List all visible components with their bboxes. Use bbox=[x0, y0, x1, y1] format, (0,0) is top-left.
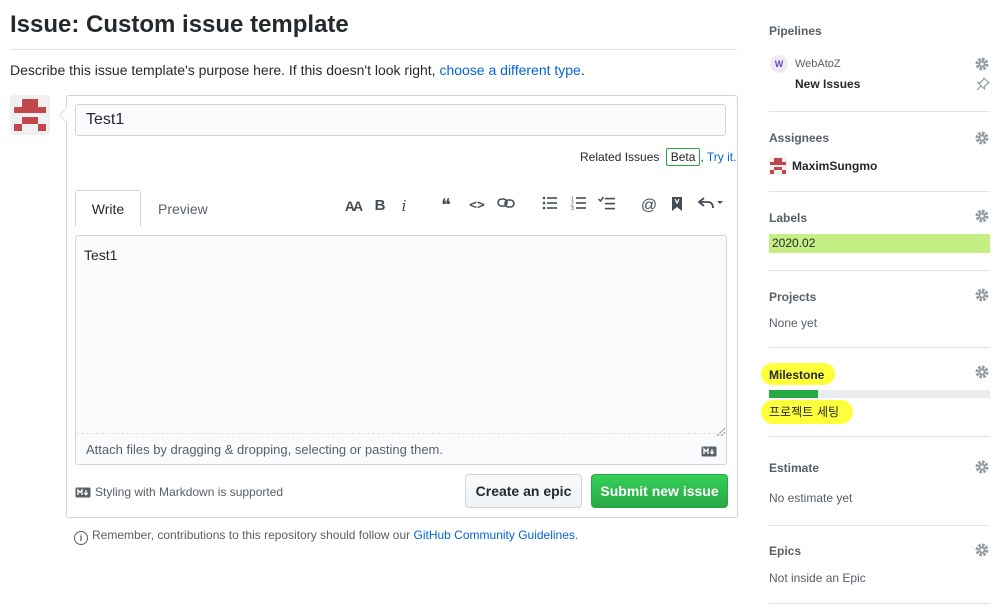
related-separator: , bbox=[700, 150, 704, 164]
page-title: Issue: Custom issue template bbox=[10, 11, 349, 38]
italic-icon[interactable]: i bbox=[397, 196, 411, 216]
description-end: . bbox=[580, 62, 585, 78]
related-issues: Related Issues Beta, Try it. bbox=[580, 147, 736, 167]
projects-empty: None yet bbox=[769, 316, 818, 330]
pipeline-repo-name: WebAtoZ bbox=[795, 58, 841, 70]
labels-heading: Labels bbox=[769, 211, 808, 225]
assignees-gear-icon[interactable] bbox=[974, 130, 990, 146]
milestone-gear-icon[interactable] bbox=[974, 364, 990, 380]
comment-body-value: Test1 bbox=[84, 247, 118, 263]
related-issues-label: Related Issues bbox=[580, 150, 660, 164]
svg-text:3: 3 bbox=[571, 206, 574, 210]
epics-gear-icon[interactable] bbox=[974, 542, 990, 558]
header-text-icon[interactable]: AA bbox=[343, 196, 363, 216]
attach-files-hint[interactable]: Attach files by dragging & dropping, sel… bbox=[86, 442, 443, 458]
bold-icon[interactable]: B bbox=[372, 196, 388, 216]
tab-write[interactable]: Write bbox=[75, 190, 141, 227]
estimate-heading: Estimate bbox=[769, 461, 820, 475]
community-guidelines-link[interactable]: GitHub Community Guidelines bbox=[414, 528, 575, 542]
quote-icon[interactable]: ❝ bbox=[437, 196, 455, 216]
repo-avatar: W bbox=[770, 55, 788, 73]
guidelines-text: Remember, contributions to this reposito… bbox=[92, 528, 414, 542]
milestone-heading: Milestone bbox=[769, 368, 825, 382]
choose-type-link[interactable]: choose a different type bbox=[439, 62, 580, 78]
markdown-icon bbox=[75, 487, 91, 498]
sidebar-divider bbox=[769, 603, 990, 604]
milestone-progress-fill bbox=[769, 390, 818, 398]
epics-empty: Not inside an Epic bbox=[769, 571, 866, 585]
epics-heading: Epics bbox=[769, 544, 802, 558]
comment-body-textarea[interactable] bbox=[75, 235, 727, 465]
issue-title-input[interactable] bbox=[75, 104, 726, 136]
try-it-link[interactable]: Try it. bbox=[707, 150, 737, 164]
mention-icon[interactable]: @ bbox=[640, 196, 658, 216]
sidebar-divider bbox=[769, 191, 990, 192]
markdown-supported-hint[interactable]: Styling with Markdown is supported bbox=[75, 484, 283, 500]
sidebar-divider bbox=[769, 436, 990, 437]
assignees-heading: Assignees bbox=[769, 131, 830, 145]
sidebar-divider bbox=[769, 270, 990, 271]
pin-icon[interactable] bbox=[976, 76, 991, 96]
pipelines-heading: Pipelines bbox=[769, 24, 822, 38]
tab-preview[interactable]: Preview bbox=[158, 190, 208, 227]
estimate-gear-icon[interactable] bbox=[974, 459, 990, 475]
create-epic-button[interactable]: Create an epic bbox=[465, 474, 582, 508]
labels-gear-icon[interactable] bbox=[974, 208, 990, 224]
identicon-icon bbox=[12, 97, 48, 133]
assignee-name[interactable]: MaximSungmo bbox=[792, 158, 877, 174]
estimate-empty: No estimate yet bbox=[769, 491, 853, 505]
projects-heading: Projects bbox=[769, 290, 817, 304]
submit-issue-button[interactable]: Submit new issue bbox=[591, 474, 728, 508]
pipeline-name[interactable]: New Issues bbox=[795, 76, 860, 92]
label-chip[interactable]: 2020.02 bbox=[769, 234, 990, 253]
guidelines-end: . bbox=[574, 528, 579, 542]
code-icon[interactable]: <> bbox=[467, 196, 487, 216]
sidebar-divider bbox=[769, 347, 990, 348]
info-icon: i bbox=[74, 531, 88, 545]
pipelines-gear-icon[interactable] bbox=[974, 56, 990, 72]
sidebar-divider bbox=[769, 111, 990, 112]
numbered-list-icon[interactable]: 123 bbox=[571, 196, 587, 216]
task-list-icon[interactable] bbox=[597, 196, 616, 216]
attach-divider bbox=[76, 433, 726, 434]
description-text: Describe this issue template's purpose h… bbox=[10, 62, 440, 78]
link-icon[interactable] bbox=[497, 196, 515, 216]
markdown-icon bbox=[701, 444, 717, 462]
sidebar-divider bbox=[769, 525, 990, 526]
milestone-name[interactable]: 프로젝트 세팅 bbox=[769, 403, 839, 421]
beta-badge: Beta bbox=[665, 148, 701, 166]
assignee-avatar bbox=[769, 157, 787, 175]
markdown-hint-text: Styling with Markdown is supported bbox=[95, 485, 284, 499]
reply-icon[interactable] bbox=[697, 196, 725, 216]
template-description: Describe this issue template's purpose h… bbox=[10, 61, 585, 79]
author-avatar[interactable] bbox=[10, 95, 50, 135]
guidelines-note: i Remember, contributions to this reposit… bbox=[74, 527, 578, 545]
projects-gear-icon[interactable] bbox=[974, 287, 990, 303]
title-divider bbox=[10, 49, 737, 50]
bullet-list-icon[interactable] bbox=[542, 196, 558, 216]
bookmark-icon[interactable] bbox=[670, 196, 684, 216]
